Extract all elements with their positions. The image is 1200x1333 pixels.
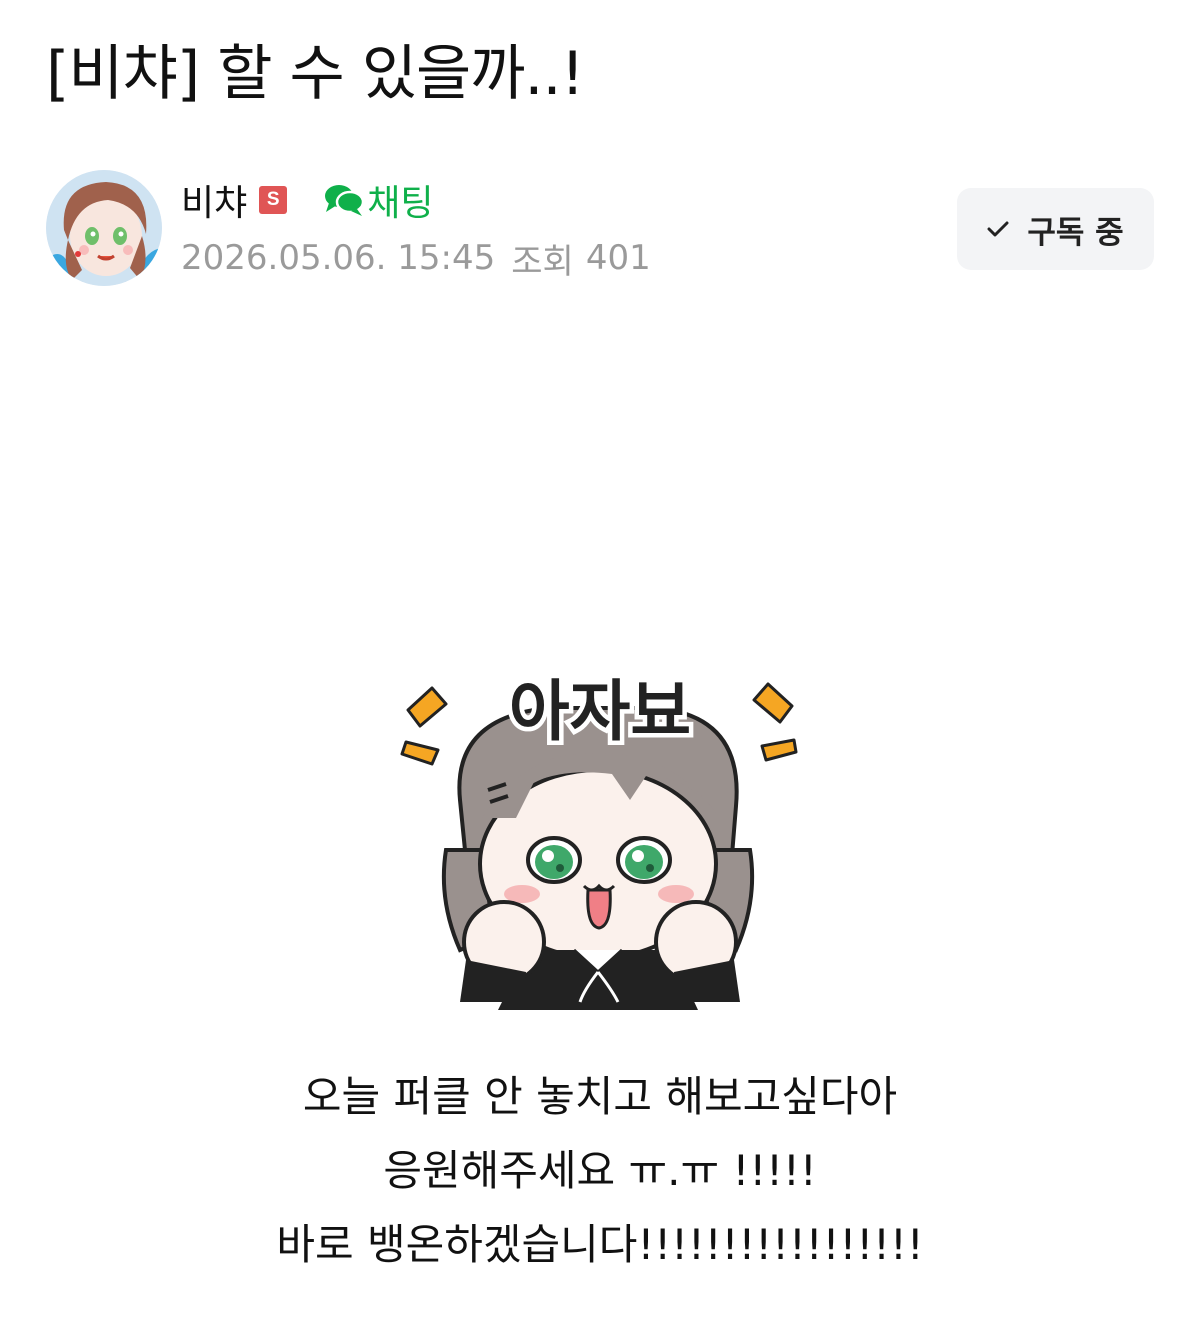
checkmark-icon [987,221,1009,237]
author-row: 비챠 S 채팅 [181,174,434,226]
post-body: 오늘 퍼클 안 놓치고 해보고싶다아 응원해주세요 ㅠ.ㅠ !!!!! 바로 뱅… [0,1060,1200,1282]
body-line: 응원해주세요 ㅠ.ㅠ !!!!! [383,1146,817,1195]
avatar-image [46,170,162,286]
sticker-caption: 아자뵤 [509,673,691,750]
body-line: 오늘 퍼클 안 놓치고 해보고싶다아 [302,1072,898,1121]
views-label: 조회 [511,241,574,282]
body-line: 바로 뱅온하겠습니다!!!!!!!!!!!!!!!!! [276,1220,924,1269]
chat-link[interactable]: 채팅 [323,174,434,226]
subscribe-button[interactable]: 구독 중 [957,188,1154,270]
views-count: 401 [585,238,651,278]
cheer-sticker: 아자뵤 [398,650,802,1010]
subscribe-label: 구독 중 [1027,214,1124,251]
post-date: 2026.05.06. 15:45 [181,238,496,278]
speech-bubbles-icon [325,185,365,216]
chat-label: 채팅 [367,183,434,224]
author-avatar[interactable] [46,170,162,286]
sticker-image: 아자뵤 [400,669,798,1010]
post-title: [비챠] 할 수 있을까..! [46,39,585,109]
streamer-badge: S [259,186,288,214]
author-name[interactable]: 비챠 [181,174,247,226]
post-meta: 2026.05.06. 15:45 조회 401 [181,236,651,282]
